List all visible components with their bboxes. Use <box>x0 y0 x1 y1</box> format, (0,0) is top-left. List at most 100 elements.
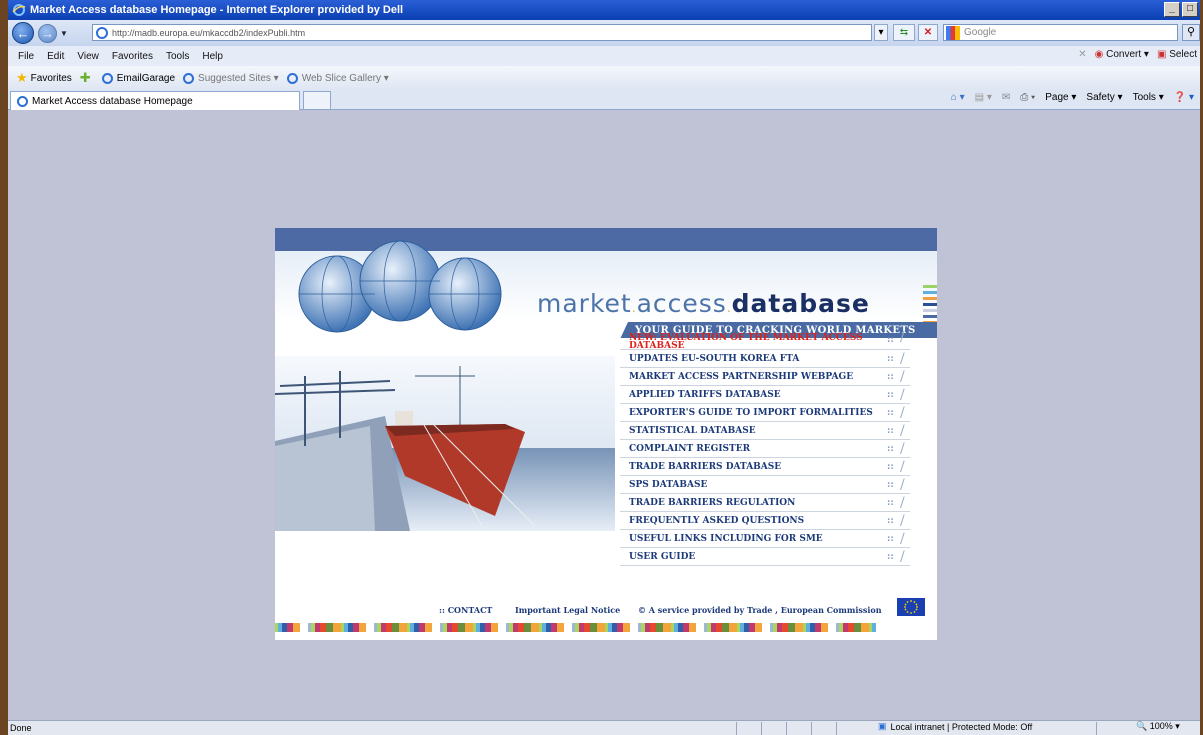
title-bar: Market Access database Homepage - Intern… <box>8 0 1200 20</box>
address-row: ← → ▼ http://madb.europa.eu/mkaccdb2/ind… <box>8 20 1200 46</box>
menu-view[interactable]: View <box>77 51 99 62</box>
madb-menu-item[interactable]: USER GUIDE:: / <box>620 548 910 566</box>
google-icon <box>946 25 960 40</box>
tab-market-access[interactable]: Market Access database Homepage <box>10 91 300 110</box>
madb-menu-item[interactable]: NEW: EVALUATION OF THE MARKET ACCESS DAT… <box>620 329 910 351</box>
convert-label: Convert <box>1106 49 1142 60</box>
menu-marker: :: <box>887 480 894 490</box>
convert-icon: ◉ <box>1094 49 1104 60</box>
fav-emailgarage[interactable]: EmailGarage <box>101 72 175 84</box>
tools-menu[interactable]: Tools ▾ <box>1133 92 1164 103</box>
contact-link[interactable]: :: CONTACT <box>439 605 492 615</box>
help-icon[interactable]: ❓ ▾ <box>1174 92 1194 103</box>
color-strip-segment <box>656 623 663 632</box>
color-strip-segment <box>689 623 696 632</box>
color-strip-segment <box>854 623 861 632</box>
madb-menu-label: USER GUIDE <box>629 551 696 562</box>
address-dropdown-button[interactable]: ▾ <box>874 24 888 41</box>
madb-menu-label: FREQUENTLY ASKED QUESTIONS <box>629 515 805 526</box>
menu-slash-decoration: / <box>900 387 905 403</box>
madb-menu-item[interactable]: MARKET ACCESS PARTNERSHIP WEBPAGE:: / <box>620 368 910 386</box>
menu-marker: :: <box>887 444 894 454</box>
search-icon: ⚲ <box>1186 26 1196 38</box>
legal-notice-link[interactable]: Important Legal Notice <box>515 605 620 615</box>
history-dropdown-icon[interactable]: ▼ <box>60 29 68 38</box>
menu-favorites[interactable]: Favorites <box>112 51 153 62</box>
feeds-icon[interactable]: ▤ ▾ <box>975 92 992 103</box>
madb-menu-item[interactable]: TRADE BARRIERS REGULATION:: / <box>620 494 910 512</box>
color-strip-segment <box>828 623 836 632</box>
security-zone[interactable]: ▣ Local intranet | Protected Mode: Off <box>878 721 1032 732</box>
fav-suggested-sites[interactable]: Suggested Sites ▾ <box>183 72 279 84</box>
madb-menu-item[interactable]: STATISTICAL DATABASE:: / <box>620 422 910 440</box>
mail-icon[interactable]: ✉ <box>1002 92 1010 103</box>
menu-file[interactable]: File <box>18 51 34 62</box>
close-toolbar-icon[interactable]: ✕ <box>1078 49 1086 60</box>
menu-marker: :: <box>887 408 894 418</box>
zoom-control[interactable]: 🔍 100% ▾ <box>1136 721 1180 732</box>
madb-menu-label: COMPLAINT REGISTER <box>629 443 751 454</box>
menu-edit[interactable]: Edit <box>47 51 64 62</box>
color-strip-segment <box>722 623 729 632</box>
fav-web-slice-gallery[interactable]: Web Slice Gallery ▾ <box>286 72 389 84</box>
back-button[interactable]: ← <box>12 22 34 44</box>
madb-homepage: market.access.database YOUR GUIDE TO CRA… <box>275 228 937 640</box>
maximize-button[interactable]: □ <box>1182 2 1198 17</box>
menu-slash-decoration: / <box>900 329 905 345</box>
madb-menu-item[interactable]: FREQUENTLY ASKED QUESTIONS:: / <box>620 512 910 530</box>
menu-slash-decoration: / <box>900 477 905 493</box>
madb-menu-item[interactable]: EXPORTER'S GUIDE TO IMPORT FORMALITIES::… <box>620 404 910 422</box>
menu-tools[interactable]: Tools <box>166 51 189 62</box>
madb-menu-item[interactable]: SPS DATABASE:: / <box>620 476 910 494</box>
madb-menu-label: APPLIED TARIFFS DATABASE <box>629 389 781 400</box>
new-tab-button[interactable] <box>303 91 331 110</box>
menu-help[interactable]: Help <box>202 51 223 62</box>
search-box[interactable]: Google <box>943 24 1178 41</box>
minimize-button[interactable]: _ <box>1164 2 1180 17</box>
refresh-button[interactable]: ⇆ <box>893 24 915 41</box>
forward-button[interactable]: → <box>38 23 57 43</box>
menu-marker: :: <box>887 390 894 400</box>
add-favorite-icon: ✚ <box>79 70 91 85</box>
color-strip-segment <box>788 623 795 632</box>
star-icon: ★ <box>16 70 28 85</box>
tools-menu-label: Tools <box>1132 92 1156 103</box>
menu-bar: File Edit View Favorites Tools Help ✕ ◉ … <box>8 46 1200 66</box>
favorites-button[interactable]: ★ Favorites <box>16 70 72 86</box>
address-bar[interactable]: http://madb.europa.eu/mkaccdb2/indexPubl… <box>92 24 872 41</box>
stop-button[interactable]: ✕ <box>918 24 938 41</box>
madb-menu-item[interactable]: APPLIED TARIFFS DATABASE:: / <box>620 386 910 404</box>
favorites-label: Favorites <box>30 72 72 84</box>
eu-flag-icon <box>897 598 925 616</box>
madb-menu-label: STATISTICAL DATABASE <box>629 425 756 436</box>
protected-mode-icon[interactable] <box>1096 722 1136 735</box>
browser-window: Market Access database Homepage - Intern… <box>0 0 1203 735</box>
logo-word-database: database <box>731 289 870 318</box>
color-strip-segment <box>696 623 704 632</box>
madb-menu-label: NEW: EVALUATION OF THE MARKET ACCESS DAT… <box>629 333 863 351</box>
add-favorite-button[interactable]: ✚ <box>80 70 94 86</box>
madb-menu-item[interactable]: TRADE BARRIERS DATABASE:: / <box>620 458 910 476</box>
madb-menu-item[interactable]: COMPLAINT REGISTER:: / <box>620 440 910 458</box>
search-button[interactable]: ⚲ <box>1182 24 1200 41</box>
menu-slash-decoration: / <box>900 423 905 439</box>
madb-menu-item[interactable]: USEFUL LINKS INCLUDING FOR SME:: / <box>620 530 910 548</box>
color-strip-segment <box>399 623 407 632</box>
fav-label: Web Slice Gallery <box>301 72 381 84</box>
select-button[interactable]: ▣ Select <box>1157 49 1197 60</box>
home-icon[interactable]: ⌂ ▾ <box>951 92 965 103</box>
select-icon: ▣ <box>1156 49 1167 60</box>
color-strip-segment <box>359 623 366 632</box>
tab-title: Market Access database Homepage <box>32 95 193 107</box>
convert-button[interactable]: ◉ Convert ▾ <box>1095 49 1149 60</box>
page-menu[interactable]: Page ▾ <box>1045 92 1076 103</box>
color-strip-segment <box>821 623 828 632</box>
safety-menu[interactable]: Safety ▾ <box>1086 92 1122 103</box>
port-ship-photo <box>275 356 615 531</box>
refresh-icon: ⇆ <box>899 27 909 38</box>
print-icon[interactable]: ⎙ ▾ <box>1020 92 1035 103</box>
stop-icon: ✕ <box>923 27 933 38</box>
madb-menu-item[interactable]: UPDATES EU-SOUTH KOREA FTA:: / <box>620 350 910 368</box>
menu-slash-decoration: / <box>900 549 905 565</box>
color-strip-segment <box>663 623 671 632</box>
